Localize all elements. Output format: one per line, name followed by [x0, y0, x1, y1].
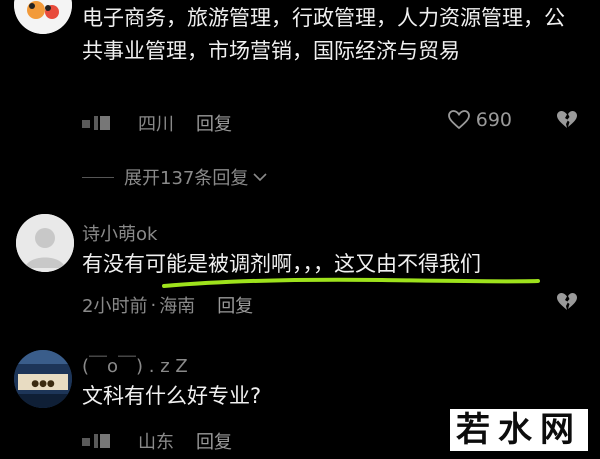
location-label: 四川 — [138, 114, 174, 135]
username[interactable]: 诗小萌ok — [82, 220, 157, 246]
location-label: 山东 — [138, 432, 174, 453]
time-label: 2小时前 — [82, 296, 148, 317]
dislike-button[interactable] — [556, 292, 578, 316]
expand-replies-label: 展开137条回复 — [124, 168, 249, 189]
broken-heart-icon — [557, 293, 577, 310]
svg-text:●●●: ●●● — [31, 379, 55, 389]
username[interactable]: (￣o￣) . z Z — [82, 352, 188, 378]
like-count: 690 — [475, 109, 512, 131]
comment-meta: 四川 回复 — [82, 110, 232, 136]
avatar[interactable] — [14, 0, 72, 34]
highlight-underline — [162, 277, 540, 288]
like-button[interactable]: 690 — [447, 109, 512, 131]
watermark-logo: 若水网 — [450, 409, 588, 451]
divider-line — [82, 176, 114, 178]
cartoon-avatar-icon — [14, 0, 72, 34]
comment-meta: 山东 回复 — [82, 428, 232, 454]
reply-button[interactable]: 回复 — [196, 110, 232, 136]
watermark-text: 若水网 — [450, 409, 588, 451]
separator: · — [150, 294, 157, 316]
broken-heart-icon — [557, 111, 577, 128]
reply-button[interactable]: 回复 — [196, 428, 232, 454]
blurred-time — [82, 434, 116, 448]
dislike-button[interactable] — [556, 110, 578, 134]
reply-button[interactable]: 回复 — [217, 292, 253, 318]
heart-icon — [447, 110, 470, 130]
default-user-icon — [16, 214, 74, 272]
blurred-time — [82, 116, 116, 130]
avatar[interactable] — [16, 214, 74, 272]
chevron-down-icon — [253, 173, 267, 182]
comment-text: 电子商务，旅游管理，行政管理，人力资源管理，公共事业管理，市场营销，国际经济与贸… — [82, 6, 565, 63]
train-station-avatar-icon: ●●● — [14, 350, 72, 408]
avatar[interactable]: ●●● — [14, 350, 72, 408]
location-label: 海南 — [159, 296, 196, 317]
expand-replies-button[interactable]: 展开137条回复 — [82, 164, 268, 190]
comment-meta: 2小时前 · 海南 回复 — [82, 292, 253, 318]
